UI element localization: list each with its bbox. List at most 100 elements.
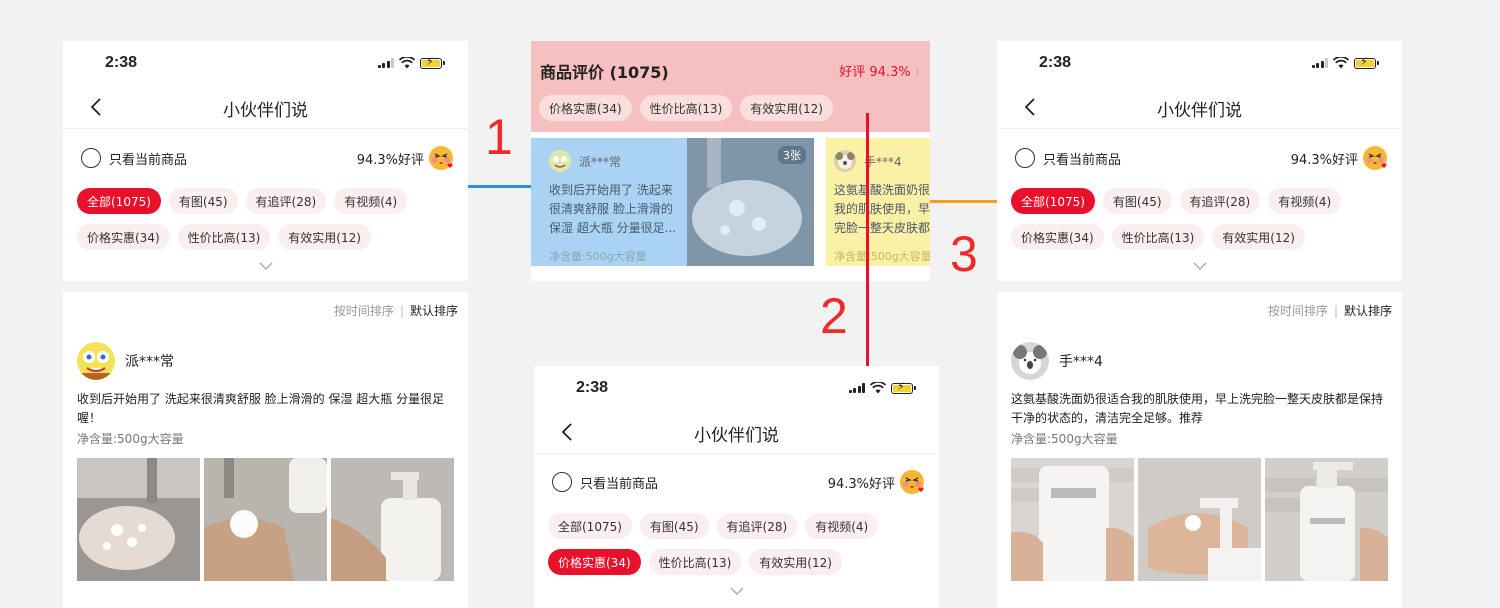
preview-text-line: 收到后开始用了 洗起来 (549, 183, 673, 197)
tag-affordable[interactable]: 价格实惠(34) (1011, 224, 1104, 250)
review-username: 派***常 (125, 354, 174, 370)
review-header: 派***常 (77, 342, 174, 380)
rating-summary: 94.3%好评 (357, 145, 454, 171)
wifi-icon (870, 382, 886, 394)
only-current-toggle[interactable]: 只看当前商品 (552, 472, 658, 492)
review-photo-cream-hand[interactable] (204, 458, 327, 581)
status-time: 2:38 (1039, 54, 1072, 71)
chevron-right-icon: › (914, 65, 920, 80)
rating-label: 94.3%好评 (356, 152, 424, 168)
tag-with-images[interactable]: 有图(45) (1102, 188, 1172, 214)
tag-all[interactable]: 全部(1075) (548, 513, 632, 539)
tag-value[interactable]: 性价比高(13) (1111, 224, 1205, 250)
status-time: 2:38 (576, 379, 609, 396)
review-spec: 净含量:500g大容量 (1011, 432, 1118, 446)
battery-icon: ⚡ (891, 381, 916, 394)
nav-title: 小伙伴们说 (1157, 101, 1242, 121)
radio-icon[interactable] (81, 148, 101, 168)
chevron-down-icon[interactable] (729, 586, 745, 596)
tag-row-2: 价格实惠(34) 性价比高(13) 有效实用(12) (77, 224, 371, 250)
photo-count-badge: 3张 (778, 146, 806, 164)
preview-text-line: 这氨基酸洗面奶很 (834, 183, 930, 197)
review-spec: 净含量:500g大容量 (77, 432, 184, 446)
review-photo-pump-hand[interactable] (1138, 458, 1261, 581)
review-photo-bottle[interactable] (331, 458, 454, 581)
tag-all[interactable]: 全部(1075) (77, 188, 161, 214)
filter-row: 只看当前商品 94.3%好评 (1015, 143, 1388, 173)
summary-tag-affordable[interactable]: 价格实惠(34) (539, 95, 632, 121)
rating-label: 94.3%好评 (827, 476, 895, 492)
kiss-emoji-icon (900, 470, 924, 494)
tag-effective[interactable]: 有效实用(12) (1212, 224, 1305, 250)
right-screen-review-card: 按时间排序 | 默认排序 手***4 这氨基酸洗面奶很适合我的肌肤使用，早上洗完… (997, 292, 1402, 608)
rating-label: 94.3%好评 (1290, 152, 1358, 168)
tag-with-video[interactable]: 有视频(4) (1268, 188, 1342, 214)
review-username: 手***4 (1059, 354, 1103, 370)
avatar[interactable] (1011, 342, 1049, 380)
preview-text-2: 这氨基酸洗面奶很 我的肌肤使用，早 完脸一整天皮肤都 (834, 181, 930, 238)
tag-with-images[interactable]: 有图(45) (639, 513, 709, 539)
signal-icon (848, 383, 865, 393)
nav-bar: 小伙伴们说 (534, 410, 939, 454)
status-bar: 2:38 ⚡ (997, 41, 1402, 85)
review-preview-card-1[interactable]: 派***常 收到后开始用了 洗起来 很清爽舒服 脸上滑滑的 保湿 超大瓶 分量很… (531, 138, 814, 266)
sort-by-time[interactable]: 按时间排序 (334, 302, 394, 319)
preview-photo-1[interactable]: 3张 (687, 138, 814, 266)
preview-username-2: 手***4 (864, 154, 902, 169)
connector-line-red (866, 113, 869, 366)
summary-tag-effective[interactable]: 有效实用(12) (740, 95, 833, 121)
sort-options: 按时间排序 | 默认排序 (1268, 302, 1392, 319)
radio-icon[interactable] (1015, 148, 1035, 168)
left-screen-header-card: 2:38 ⚡ 小伙伴们说 只看当前商品 94.3%好评 全部(1075) 有图(… (63, 41, 468, 281)
only-current-label: 只看当前商品 (580, 476, 659, 492)
battery-icon: ⚡ (420, 56, 445, 69)
tag-value[interactable]: 性价比高(13) (177, 224, 271, 250)
review-header: 手***4 (1011, 342, 1103, 380)
sort-default[interactable]: 默认排序 (410, 302, 458, 319)
sort-default[interactable]: 默认排序 (1344, 302, 1392, 319)
summary-tags: 价格实惠(34) 性价比高(13) 有效实用(12) (539, 95, 833, 121)
tag-effective[interactable]: 有效实用(12) (749, 549, 842, 575)
tag-follow-up[interactable]: 有追评(28) (1179, 188, 1261, 214)
review-summary-highlight[interactable]: 商品评价 (1075) 好评 94.3% › 价格实惠(34) 性价比高(13)… (531, 41, 930, 132)
tag-effective[interactable]: 有效实用(12) (278, 224, 371, 250)
radio-icon[interactable] (552, 472, 572, 492)
tag-affordable[interactable]: 价格实惠(34) (548, 549, 641, 575)
tag-with-video[interactable]: 有视频(4) (805, 513, 879, 539)
summary-tag-value[interactable]: 性价比高(13) (639, 95, 733, 121)
review-photo-bottle-held[interactable] (1011, 458, 1134, 581)
tag-row-1: 全部(1075) 有图(45) 有追评(28) 有视频(4) (77, 188, 408, 214)
tag-follow-up[interactable]: 有追评(28) (245, 188, 327, 214)
avatar (549, 150, 571, 172)
tag-affordable[interactable]: 价格实惠(34) (77, 224, 170, 250)
product-review-title: 商品评价 (1075) (540, 63, 669, 82)
avatar[interactable] (77, 342, 115, 380)
connector-line-blue (468, 185, 531, 188)
preview-text-line: 我的肌肤使用，早 (834, 202, 930, 216)
tag-follow-up[interactable]: 有追评(28) (716, 513, 798, 539)
tag-value[interactable]: 性价比高(13) (648, 549, 742, 575)
review-preview-card-2[interactable]: 手***4 这氨基酸洗面奶很 我的肌肤使用，早 完脸一整天皮肤都 净含量:500… (826, 138, 930, 266)
tag-all[interactable]: 全部(1075) (1011, 188, 1095, 214)
good-rate-link[interactable]: 好评 94.3% › (839, 61, 920, 80)
sort-by-time[interactable]: 按时间排序 (1268, 302, 1328, 319)
status-bar: 2:38 ⚡ (534, 366, 939, 410)
tag-row-2: 价格实惠(34) 性价比高(13) 有效实用(12) (1011, 224, 1305, 250)
review-photo-bottle-standing[interactable] (1265, 458, 1388, 581)
status-icons: ⚡ (1311, 56, 1379, 69)
only-current-toggle[interactable]: 只看当前商品 (1015, 148, 1121, 168)
preview-text-line: 很清爽舒服 脸上滑滑的 (549, 202, 673, 216)
nav-bar: 小伙伴们说 (63, 85, 468, 129)
review-photo-foam-hand[interactable] (77, 458, 200, 581)
chevron-down-icon[interactable] (1192, 261, 1208, 271)
status-icons: ⚡ (377, 56, 445, 69)
preview-text-line: 完脸一整天皮肤都 (834, 221, 930, 235)
annotation-number-3: 3 (950, 226, 978, 282)
tag-with-images[interactable]: 有图(45) (168, 188, 238, 214)
signal-icon (377, 58, 394, 68)
sort-divider: | (1333, 303, 1338, 318)
only-current-toggle[interactable]: 只看当前商品 (81, 148, 187, 168)
chevron-down-icon[interactable] (258, 261, 274, 271)
tag-with-video[interactable]: 有视频(4) (334, 188, 408, 214)
annotation-number-1: 1 (485, 109, 513, 165)
